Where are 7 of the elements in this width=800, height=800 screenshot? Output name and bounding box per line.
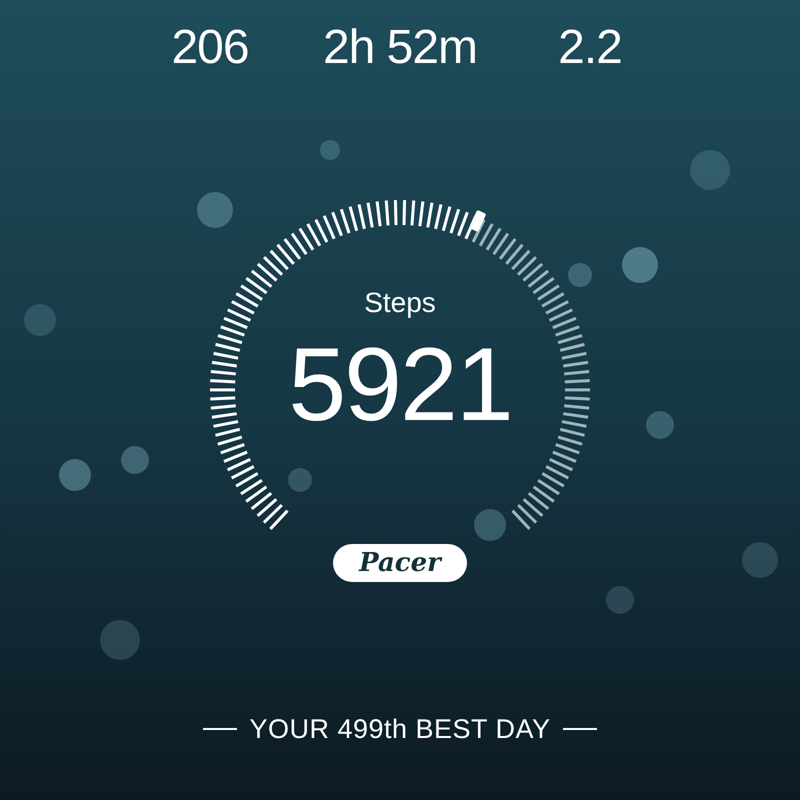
steps-count: 5921 [288, 327, 512, 443]
best-day-rank: YOUR 499th BEST DAY [249, 713, 551, 746]
stat-value: 2h 52m [322, 20, 478, 76]
pacer-logo: Pacer [333, 544, 467, 582]
stat-value: 206 [171, 20, 249, 76]
stat-value: 2.2 [558, 20, 622, 76]
steps-label: Steps [364, 287, 436, 318]
